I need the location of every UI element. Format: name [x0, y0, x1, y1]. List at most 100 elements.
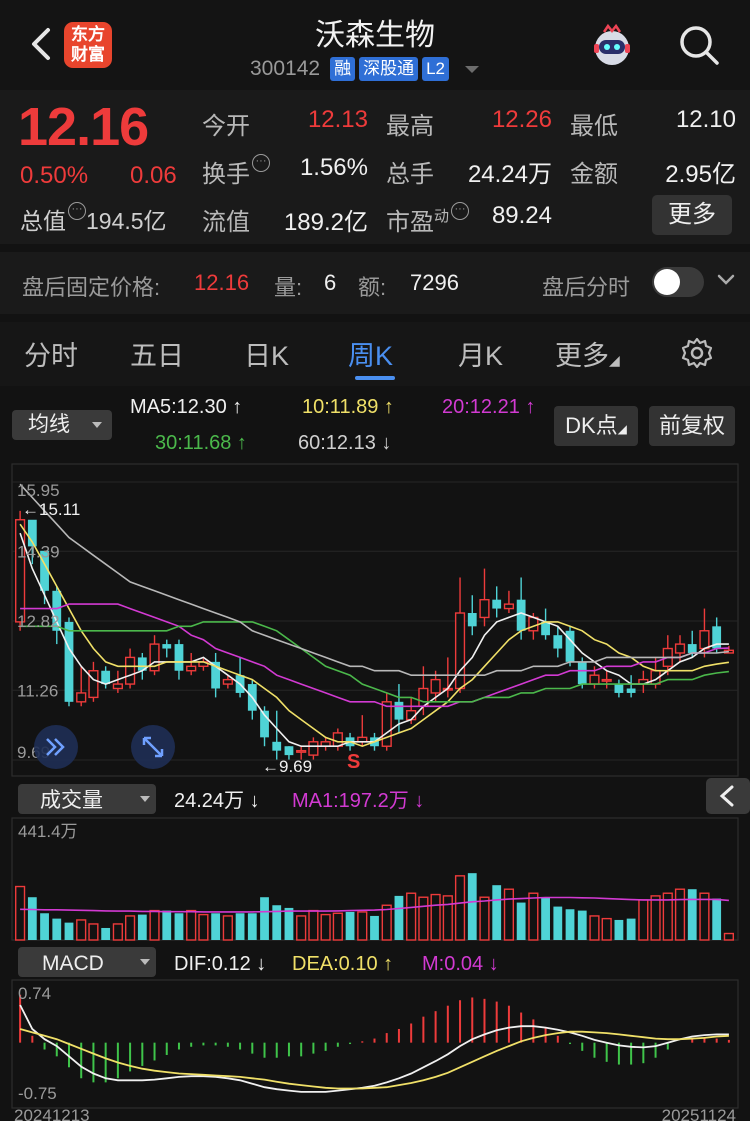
- high-label: 最高: [386, 113, 434, 140]
- tab-five-day[interactable]: 五日: [130, 334, 184, 373]
- ma-selector[interactable]: 均线: [12, 410, 112, 440]
- candle-body-up: [699, 630, 710, 650]
- gear-icon[interactable]: [680, 336, 714, 370]
- ma5-value: MA5:12.30 ↑: [130, 396, 243, 418]
- after-hours-amt-label: 额:: [358, 275, 387, 300]
- volume-bar-down: [27, 897, 37, 940]
- volume-bar-up: [479, 896, 490, 941]
- float-mv-value: 189.2亿: [283, 209, 368, 236]
- caret-down-icon[interactable]: [465, 65, 479, 73]
- total-mv-value: 194.5亿: [86, 208, 167, 234]
- dk-point-button[interactable]: DK点◢: [554, 406, 638, 446]
- candle-body-up: [222, 678, 233, 685]
- candle-body-up: [124, 656, 136, 685]
- quote-panel: 12.16 0.50% 0.06 总值 ··· 194.5亿 今开 12.13 最高…: [0, 90, 750, 244]
- after-hours-toggle[interactable]: [652, 267, 704, 297]
- candle-body-up: [88, 670, 99, 699]
- fullscreen-button[interactable]: [131, 725, 175, 769]
- change-amount: 0.06: [130, 162, 177, 189]
- ma5-line: [19, 532, 729, 748]
- stock-code: 300142: [250, 57, 321, 80]
- candle-body-up: [186, 665, 197, 672]
- volume-value: 24.24万 ↓: [174, 790, 260, 812]
- volume-bar-down: [565, 909, 575, 940]
- volume-bars: [15, 873, 734, 941]
- candle-body-down: [553, 635, 563, 649]
- tab-monthly-k[interactable]: 月K: [458, 334, 503, 373]
- kline-candles: [15, 510, 734, 760]
- volume-selector[interactable]: 成交量: [40, 789, 103, 812]
- collapse-panel-button[interactable]: [706, 778, 750, 814]
- tab-more-label: 更多: [555, 341, 609, 371]
- ma10-value: 10:11.89 ↑: [302, 396, 394, 418]
- connect-badge: 深股通: [359, 57, 419, 81]
- kline-chart-area[interactable]: 15.9514.3912.8211.269.69 ←15.11 ←9.69 S …: [0, 462, 750, 1121]
- macd-selector[interactable]: MACD: [42, 952, 104, 975]
- turnover-label: 换手 ···: [202, 154, 270, 189]
- info-dots-icon[interactable]: ···: [68, 202, 86, 220]
- search-icon[interactable]: [676, 22, 722, 68]
- candle-body-down: [467, 613, 477, 627]
- kline-tick-label: 12.82: [17, 612, 60, 631]
- candle-body-up: [430, 678, 441, 694]
- info-dots-icon[interactable]: ···: [252, 154, 270, 172]
- ma60-line: [19, 483, 729, 676]
- volume-bar-up: [674, 888, 686, 941]
- volume-bar-up: [638, 899, 649, 941]
- sell-signal-marker: S: [347, 751, 360, 773]
- volume-bar-down: [370, 915, 379, 940]
- candle-body-up: [674, 643, 686, 654]
- candle-body-down: [577, 661, 587, 685]
- volume-value: 24.24万: [467, 161, 552, 188]
- corner-caret-icon: ◢: [609, 352, 620, 368]
- active-tab-indicator: [355, 376, 395, 380]
- volume-bar-down: [553, 906, 563, 940]
- tab-intraday[interactable]: 分时: [24, 334, 78, 373]
- volume-bar-down: [235, 913, 245, 940]
- candle-body-down: [687, 644, 697, 653]
- volume-bar-down: [211, 913, 221, 940]
- candle-body-up: [112, 683, 123, 690]
- macd-dif-line: [19, 1004, 729, 1093]
- stock-code-row[interactable]: 300142 融 深股通 L2: [250, 56, 479, 82]
- adjust-forward-button[interactable]: 前复权: [649, 406, 735, 446]
- candle-body-up: [528, 616, 539, 632]
- total-mv-label: 总值: [20, 208, 66, 234]
- candle-body-down: [174, 644, 184, 671]
- volume-bar-down: [260, 897, 269, 940]
- volume-bar-down: [577, 910, 587, 940]
- ma60-value: 60:12.13 ↓: [298, 432, 392, 454]
- kline-grid: [12, 481, 738, 761]
- candle-body-down: [626, 688, 636, 693]
- ma-lines: [19, 483, 730, 748]
- volume-bar-up: [296, 915, 307, 941]
- high-value: 12.26: [491, 106, 552, 133]
- more-button[interactable]: 更多: [652, 195, 732, 235]
- volume-bar-down: [272, 905, 282, 940]
- kline-frame: [11, 463, 739, 777]
- tab-weekly-k[interactable]: 周K: [348, 334, 393, 373]
- macd-m-value: M:0.04 ↓: [422, 953, 499, 975]
- tab-more[interactable]: 更多◢: [555, 334, 620, 373]
- volume-bar-up: [418, 896, 429, 941]
- open-label: 今开: [202, 113, 250, 140]
- candle-body-up: [381, 701, 392, 747]
- after-hours-label: 盘后固定价格:: [22, 275, 161, 300]
- volume-bar-up: [112, 923, 123, 941]
- volume-bar-up: [88, 923, 99, 941]
- last-price: 12.16: [18, 97, 149, 157]
- dk-point-label: DK点: [565, 413, 618, 438]
- volume-bar-down: [492, 885, 502, 940]
- volume-bar-up: [76, 919, 87, 941]
- volume-bar-up: [381, 904, 392, 941]
- candle-body-down: [101, 670, 111, 685]
- pe-label-text: 市盈: [386, 209, 434, 236]
- x-start-date: 20241213: [14, 1106, 90, 1121]
- robot-assistant-icon[interactable]: [588, 22, 636, 70]
- info-dots-icon[interactable]: ···: [451, 202, 470, 220]
- expand-chart-button[interactable]: [34, 725, 78, 769]
- turnover-label-text: 换手: [202, 161, 250, 188]
- tab-daily-k[interactable]: 日K: [244, 334, 289, 373]
- chevron-down-icon[interactable]: [716, 270, 736, 290]
- volume-bar-down: [516, 902, 526, 940]
